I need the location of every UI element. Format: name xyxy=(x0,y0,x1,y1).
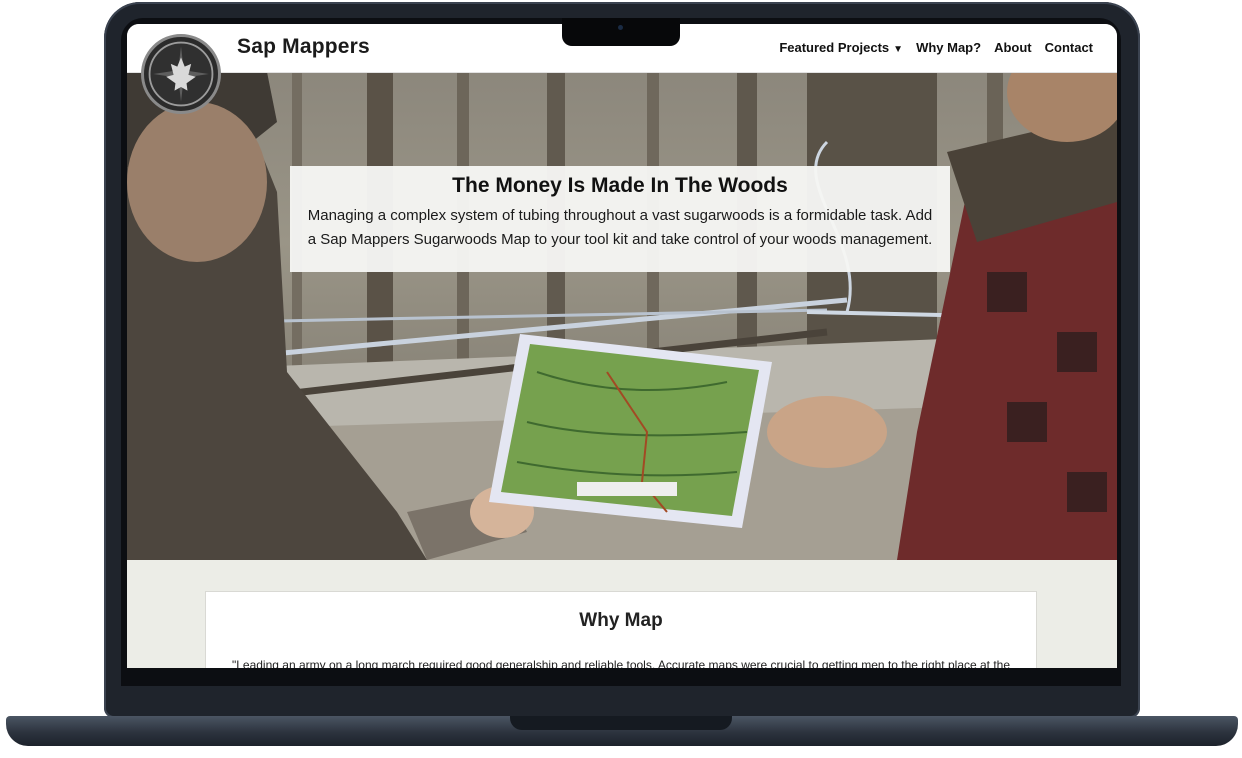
hero-title: The Money Is Made In The Woods xyxy=(452,174,788,197)
why-map-card: Why Map "Leading an army on a long march… xyxy=(206,592,1036,668)
lower-bezel xyxy=(121,668,1121,686)
nav-menu: Featured Projects ▼ Why Map? About Contac… xyxy=(779,40,1093,55)
browser-screen: The Money Is Made In The Woods Managing … xyxy=(127,24,1117,668)
maple-leaf-compass-logo[interactable] xyxy=(141,34,221,114)
nav-about[interactable]: About xyxy=(994,40,1032,55)
why-map-title: Why Map xyxy=(579,610,663,631)
nav-contact[interactable]: Contact xyxy=(1045,40,1093,55)
hero-photo xyxy=(127,72,1117,560)
nav-featured-projects[interactable]: Featured Projects ▼ xyxy=(779,40,903,55)
why-map-section: Why Map "Leading an army on a long march… xyxy=(127,560,1117,668)
laptop-opening-notch xyxy=(510,716,732,730)
camera-notch xyxy=(562,18,680,46)
hero-card: The Money Is Made In The Woods Managing … xyxy=(290,166,950,272)
nav-why-map[interactable]: Why Map? xyxy=(916,40,981,55)
hero-text: Managing a complex system of tubing thro… xyxy=(307,207,933,248)
caret-down-icon: ▼ xyxy=(893,44,904,55)
camera-icon xyxy=(618,25,623,30)
brand-name[interactable]: Sap Mappers xyxy=(237,35,370,59)
hero-section: The Money Is Made In The Woods Managing … xyxy=(127,72,1117,560)
why-map-quote: "Leading an army on a long march require… xyxy=(231,658,1011,668)
nav-featured-projects-label: Featured Projects xyxy=(779,40,890,55)
